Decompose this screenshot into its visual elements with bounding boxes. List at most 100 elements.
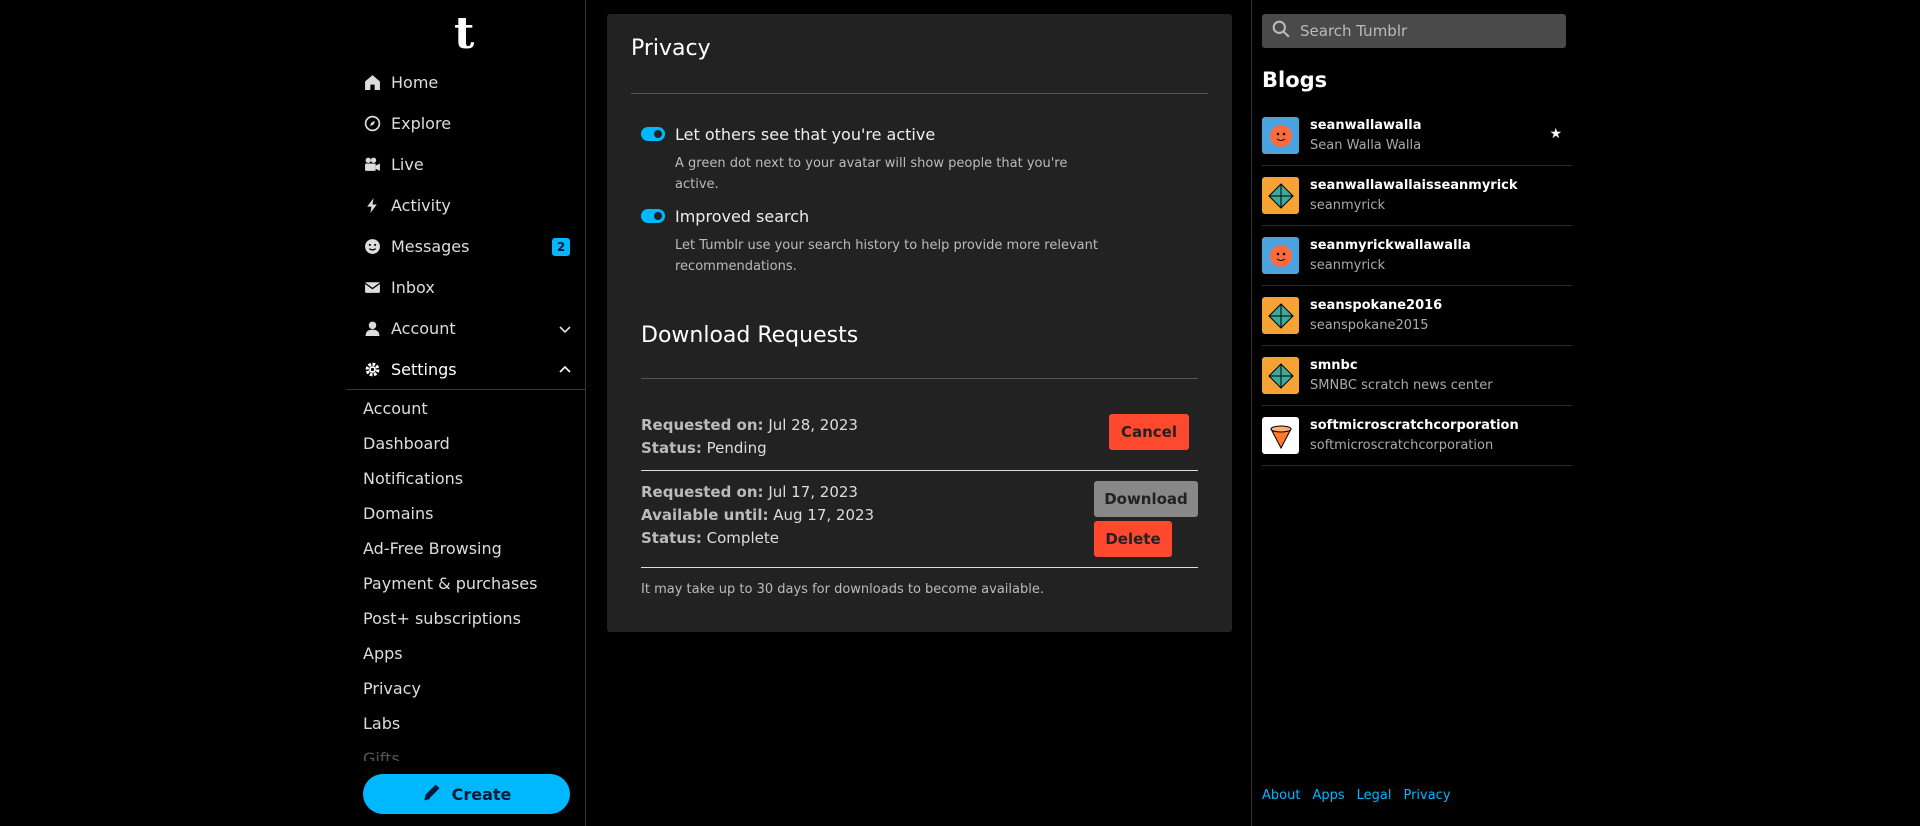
nav-explore[interactable]: Explore [346,103,586,144]
nav-messages[interactable]: Messages 2 [346,226,586,267]
settings-item-dashboard[interactable]: Dashboard [346,426,586,461]
divider [641,470,1198,471]
settings-item-labs[interactable]: Labs [346,706,586,741]
left-sidebar: t Home Explore Live Activity Messages 2 … [346,0,586,826]
blog-item[interactable]: seanwallawallaisseanmyrick seanmyrick [1262,166,1572,226]
settings-item-payment[interactable]: Payment & purchases [346,566,586,601]
gear-icon [363,360,381,378]
active-status-desc: A green dot next to your avatar will sho… [675,156,1068,192]
bolt-icon [363,197,381,215]
main-nav: Home Explore Live Activity Messages 2 In… [346,62,586,390]
nav-label: Account [391,319,456,338]
right-sidebar: Search Tumblr Blogs seanwallawalla Sean W… [1251,0,1572,826]
footer-about-link[interactable]: About [1262,788,1300,803]
cancel-button[interactable]: Cancel [1109,414,1189,450]
download-requests-title: Download Requests [641,323,859,348]
search-icon [1272,20,1290,42]
nav-settings[interactable]: Settings [346,349,586,390]
blog-avatar [1262,297,1299,334]
blog-title: Sean Walla Walla [1310,138,1422,153]
footer-links: About Apps Legal Privacy [1262,788,1451,803]
blog-avatar [1262,117,1299,154]
blog-item[interactable]: smnbc SMNBC scratch news center [1262,346,1572,406]
nav-label: Home [391,73,439,92]
create-button[interactable]: Create [363,774,570,814]
blog-name: softmicroscratchcorporation [1310,418,1519,433]
blog-item[interactable]: seanwallawalla Sean Walla Walla ★ [1262,106,1572,166]
smile-icon [363,238,381,256]
blog-title: seanmyrick [1310,258,1385,273]
blog-name: seanwallawallaisseanmyrick [1310,178,1518,193]
nav-account[interactable]: Account [346,308,586,349]
settings-item-privacy[interactable]: Privacy [346,671,586,706]
nav-live[interactable]: Live [346,144,586,185]
blog-name: seanspokane2016 [1310,298,1443,313]
download-request-2: Requested on: Jul 17, 2023 Available unt… [641,481,874,550]
nav-label: Activity [391,196,451,215]
active-status-title: Let others see that you're active [675,125,936,144]
requested-label: Requested on: [641,416,764,434]
settings-item-gifts[interactable]: Gifts [346,741,586,761]
settings-item-notifications[interactable]: Notifications [346,461,586,496]
camera-icon [363,156,381,174]
settings-subnav: Account Dashboard Notifications Domains … [346,391,586,761]
blog-title: softmicroscratchcorporation [1310,438,1494,453]
footer-privacy-link[interactable]: Privacy [1403,788,1450,803]
page-title: Privacy [631,36,711,61]
blog-avatar [1262,177,1299,214]
status-value: Pending [706,439,767,457]
download-request-1: Requested on: Jul 28, 2023 Status: Pendi… [641,414,858,460]
pencil-icon [422,782,442,806]
settings-item-domains[interactable]: Domains [346,496,586,531]
requested-date: Jul 17, 2023 [768,483,858,501]
settings-item-apps[interactable]: Apps [346,636,586,671]
status-label: Status: [641,529,702,547]
blog-name: seanwallawalla [1310,118,1422,133]
divider [631,93,1208,94]
footer-apps-link[interactable]: Apps [1312,788,1344,803]
compass-icon [363,115,381,133]
settings-item-ad-free[interactable]: Ad-Free Browsing [346,531,586,566]
footer-legal-link[interactable]: Legal [1357,788,1392,803]
person-icon [363,320,381,338]
improved-search-desc: Let Tumblr use your search history to he… [675,238,1098,274]
nav-label: Inbox [391,278,435,297]
divider [641,567,1198,568]
available-label: Available until: [641,506,769,524]
privacy-panel: Privacy Let others see that you're activ… [607,14,1232,632]
active-status-toggle[interactable] [641,127,665,141]
blog-avatar [1262,417,1299,454]
nav-label: Messages [391,237,470,256]
requested-date: Jul 28, 2023 [768,416,858,434]
available-date: Aug 17, 2023 [773,506,875,524]
tumblr-logo[interactable]: t [454,8,474,59]
download-button[interactable]: Download [1094,481,1198,517]
nav-label: Settings [391,359,457,379]
blog-name: smnbc [1310,358,1358,373]
blog-avatar [1262,237,1299,274]
settings-item-account[interactable]: Account [346,391,586,426]
chevron-up-icon[interactable] [558,362,572,381]
search-input[interactable]: Search Tumblr [1262,14,1566,48]
blog-item[interactable]: softmicroscratchcorporation softmicroscra… [1262,406,1572,466]
nav-label: Live [391,155,424,174]
settings-item-post-plus[interactable]: Post+ subscriptions [346,601,586,636]
blog-item[interactable]: seanspokane2016 seanspokane2015 [1262,286,1572,346]
blog-title: seanspokane2015 [1310,318,1429,333]
messages-badge: 2 [552,238,570,256]
nav-home[interactable]: Home [346,62,586,103]
nav-activity[interactable]: Activity [346,185,586,226]
blog-name: seanmyrickwallawalla [1310,238,1471,253]
nav-inbox[interactable]: Inbox [346,267,586,308]
requested-label: Requested on: [641,483,764,501]
blogs-heading: Blogs [1262,68,1328,92]
blog-item[interactable]: seanmyrickwallawalla seanmyrick [1262,226,1572,286]
home-icon [363,74,381,92]
improved-search-title: Improved search [675,207,810,226]
create-label: Create [451,784,512,804]
blog-avatar [1262,357,1299,394]
improved-search-toggle[interactable] [641,209,665,223]
mail-icon [363,279,381,297]
delete-button[interactable]: Delete [1094,521,1172,557]
chevron-down-icon[interactable] [558,321,572,340]
